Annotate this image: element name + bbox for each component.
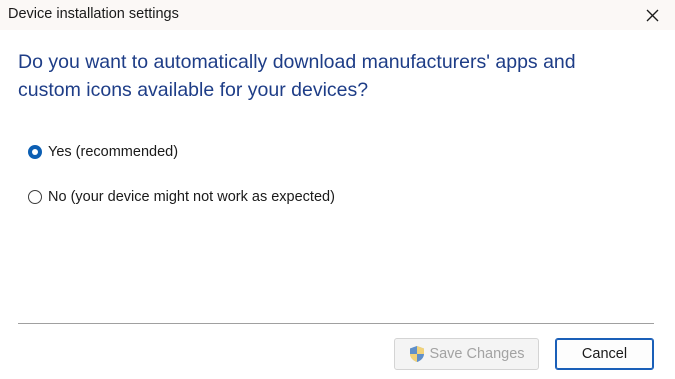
footer-divider (18, 323, 654, 324)
option-no[interactable]: No (your device might not work as expect… (28, 189, 335, 205)
option-yes-label: Yes (recommended) (48, 144, 179, 160)
save-changes-label: Save Changes (429, 346, 525, 362)
option-yes[interactable]: Yes (recommended) (28, 144, 178, 160)
close-button[interactable] (629, 0, 675, 30)
title-bar: Device installation settings (0, 0, 675, 30)
radio-no[interactable] (28, 190, 42, 204)
save-changes-button[interactable]: Save Changes (394, 338, 539, 370)
option-no-label: No (your device might not work as expect… (48, 189, 335, 205)
cancel-label: Cancel (581, 346, 628, 362)
cancel-button[interactable]: Cancel (555, 338, 654, 370)
window-title: Device installation settings (8, 6, 179, 22)
question-heading: Do you want to automatically download ma… (18, 51, 576, 101)
device-installation-settings-dialog: Device installation settings Do you want… (0, 0, 675, 379)
uac-shield-icon (408, 345, 426, 363)
radio-yes[interactable] (28, 145, 42, 159)
close-icon (646, 9, 658, 21)
